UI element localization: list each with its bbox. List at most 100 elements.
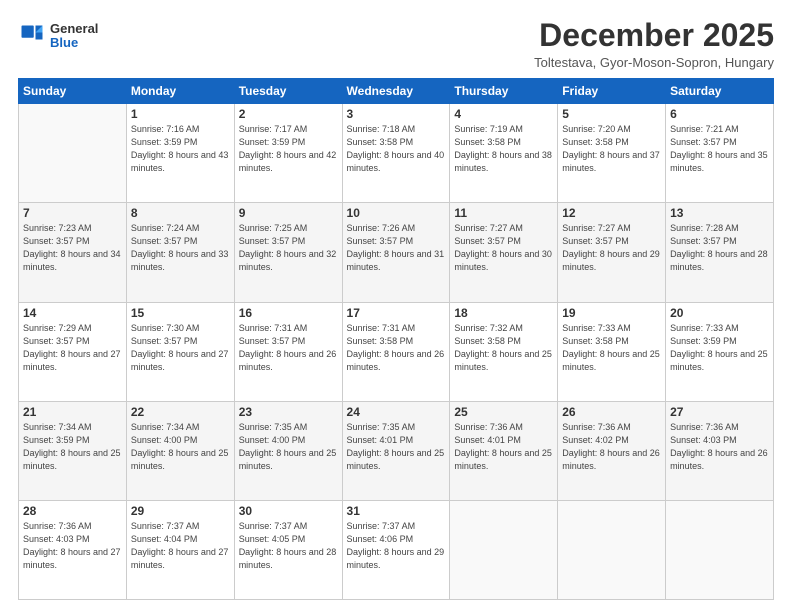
day-number: 26 xyxy=(562,405,661,419)
day-number: 9 xyxy=(239,206,338,220)
calendar-cell: 30 Sunrise: 7:37 AMSunset: 4:05 PMDayligh… xyxy=(234,500,342,599)
col-header-thursday: Thursday xyxy=(450,79,558,104)
day-info: Sunrise: 7:33 AMSunset: 3:58 PMDaylight:… xyxy=(562,322,661,374)
day-number: 2 xyxy=(239,107,338,121)
calendar-cell: 31 Sunrise: 7:37 AMSunset: 4:06 PMDayligh… xyxy=(342,500,450,599)
day-number: 30 xyxy=(239,504,338,518)
day-number: 16 xyxy=(239,306,338,320)
day-info: Sunrise: 7:37 AMSunset: 4:05 PMDaylight:… xyxy=(239,520,338,572)
day-number: 14 xyxy=(23,306,122,320)
day-number: 29 xyxy=(131,504,230,518)
calendar-cell: 2Sunrise: 7:17 AMSunset: 3:59 PMDaylight… xyxy=(234,104,342,203)
day-info: Sunrise: 7:29 AMSunset: 3:57 PMDaylight:… xyxy=(23,322,122,374)
calendar-header-row: SundayMondayTuesdayWednesdayThursdayFrid… xyxy=(19,79,774,104)
day-number: 31 xyxy=(347,504,446,518)
calendar-cell: 4Sunrise: 7:19 AMSunset: 3:58 PMDaylight… xyxy=(450,104,558,203)
calendar-week-row: 21Sunrise: 7:34 AMSunset: 3:59 PMDayligh… xyxy=(19,401,774,500)
day-number: 23 xyxy=(239,405,338,419)
calendar-cell: 22Sunrise: 7:34 AMSunset: 4:00 PMDayligh… xyxy=(126,401,234,500)
calendar-cell: 15Sunrise: 7:30 AMSunset: 3:57 PMDayligh… xyxy=(126,302,234,401)
day-number: 7 xyxy=(23,206,122,220)
page: General Blue December 2025 Toltestava, G… xyxy=(0,0,792,612)
calendar-cell: 1Sunrise: 7:16 AMSunset: 3:59 PMDaylight… xyxy=(126,104,234,203)
day-info: Sunrise: 7:32 AMSunset: 3:58 PMDaylight:… xyxy=(454,322,553,374)
calendar-cell: 23Sunrise: 7:35 AMSunset: 4:00 PMDayligh… xyxy=(234,401,342,500)
day-number: 13 xyxy=(670,206,769,220)
day-number: 28 xyxy=(23,504,122,518)
calendar-cell: 18Sunrise: 7:32 AMSunset: 3:58 PMDayligh… xyxy=(450,302,558,401)
day-number: 4 xyxy=(454,107,553,121)
calendar-cell: 6 Sunrise: 7:21 AMSunset: 3:57 PMDaylight… xyxy=(666,104,774,203)
calendar-cell: 16 Sunrise: 7:31 AMSunset: 3:57 PMDayligh… xyxy=(234,302,342,401)
calendar-cell xyxy=(666,500,774,599)
day-number: 20 xyxy=(670,306,769,320)
day-number: 17 xyxy=(347,306,446,320)
day-number: 6 xyxy=(670,107,769,121)
calendar-week-row: 28Sunrise: 7:36 AMSunset: 4:03 PMDayligh… xyxy=(19,500,774,599)
day-info: Sunrise: 7:36 AMSunset: 4:01 PMDaylight:… xyxy=(454,421,553,473)
calendar-cell: 25Sunrise: 7:36 AMSunset: 4:01 PMDayligh… xyxy=(450,401,558,500)
logo: General Blue xyxy=(18,22,98,51)
calendar-cell: 8 Sunrise: 7:24 AMSunset: 3:57 PMDaylight… xyxy=(126,203,234,302)
day-number: 11 xyxy=(454,206,553,220)
calendar-cell: 26 Sunrise: 7:36 AMSunset: 4:02 PMDayligh… xyxy=(558,401,666,500)
calendar-cell: 14 Sunrise: 7:29 AMSunset: 3:57 PMDayligh… xyxy=(19,302,127,401)
day-info: Sunrise: 7:36 AMSunset: 4:02 PMDaylight:… xyxy=(562,421,661,473)
day-info: Sunrise: 7:28 AMSunset: 3:57 PMDaylight:… xyxy=(670,222,769,274)
calendar-cell: 27 Sunrise: 7:36 AMSunset: 4:03 PMDayligh… xyxy=(666,401,774,500)
day-info: Sunrise: 7:36 AMSunset: 4:03 PMDaylight:… xyxy=(670,421,769,473)
header: General Blue December 2025 Toltestava, G… xyxy=(18,18,774,70)
day-info: Sunrise: 7:16 AMSunset: 3:59 PMDaylight:… xyxy=(131,123,230,175)
day-info: Sunrise: 7:20 AMSunset: 3:58 PMDaylight:… xyxy=(562,123,661,175)
calendar-cell: 20Sunrise: 7:33 AMSunset: 3:59 PMDayligh… xyxy=(666,302,774,401)
day-info: Sunrise: 7:27 AMSunset: 3:57 PMDaylight:… xyxy=(562,222,661,274)
day-number: 21 xyxy=(23,405,122,419)
day-info: Sunrise: 7:21 AMSunset: 3:57 PMDaylight:… xyxy=(670,123,769,175)
calendar-cell: 3Sunrise: 7:18 AMSunset: 3:58 PMDaylight… xyxy=(342,104,450,203)
day-number: 24 xyxy=(347,405,446,419)
logo-blue: Blue xyxy=(50,36,98,50)
month-title: December 2025 xyxy=(534,18,774,53)
calendar-cell xyxy=(450,500,558,599)
col-header-friday: Friday xyxy=(558,79,666,104)
day-info: Sunrise: 7:26 AMSunset: 3:57 PMDaylight:… xyxy=(347,222,446,274)
col-header-sunday: Sunday xyxy=(19,79,127,104)
day-info: Sunrise: 7:31 AMSunset: 3:58 PMDaylight:… xyxy=(347,322,446,374)
calendar-cell: 24Sunrise: 7:35 AMSunset: 4:01 PMDayligh… xyxy=(342,401,450,500)
logo-general: General xyxy=(50,22,98,36)
logo-icon xyxy=(18,22,46,50)
day-info: Sunrise: 7:27 AMSunset: 3:57 PMDaylight:… xyxy=(454,222,553,274)
day-info: Sunrise: 7:23 AMSunset: 3:57 PMDaylight:… xyxy=(23,222,122,274)
calendar-cell xyxy=(19,104,127,203)
day-number: 10 xyxy=(347,206,446,220)
calendar-cell: 11 Sunrise: 7:27 AMSunset: 3:57 PMDayligh… xyxy=(450,203,558,302)
day-info: Sunrise: 7:37 AMSunset: 4:06 PMDaylight:… xyxy=(347,520,446,572)
day-info: Sunrise: 7:25 AMSunset: 3:57 PMDaylight:… xyxy=(239,222,338,274)
col-header-tuesday: Tuesday xyxy=(234,79,342,104)
day-info: Sunrise: 7:37 AMSunset: 4:04 PMDaylight:… xyxy=(131,520,230,572)
calendar-cell xyxy=(558,500,666,599)
calendar-cell: 9 Sunrise: 7:25 AMSunset: 3:57 PMDaylight… xyxy=(234,203,342,302)
col-header-monday: Monday xyxy=(126,79,234,104)
day-number: 8 xyxy=(131,206,230,220)
calendar-cell: 19 Sunrise: 7:33 AMSunset: 3:58 PMDayligh… xyxy=(558,302,666,401)
day-info: Sunrise: 7:31 AMSunset: 3:57 PMDaylight:… xyxy=(239,322,338,374)
calendar-cell: 21Sunrise: 7:34 AMSunset: 3:59 PMDayligh… xyxy=(19,401,127,500)
col-header-wednesday: Wednesday xyxy=(342,79,450,104)
calendar-cell: 12Sunrise: 7:27 AMSunset: 3:57 PMDayligh… xyxy=(558,203,666,302)
calendar-cell: 7 Sunrise: 7:23 AMSunset: 3:57 PMDaylight… xyxy=(19,203,127,302)
day-info: Sunrise: 7:18 AMSunset: 3:58 PMDaylight:… xyxy=(347,123,446,175)
day-number: 5 xyxy=(562,107,661,121)
calendar-week-row: 1Sunrise: 7:16 AMSunset: 3:59 PMDaylight… xyxy=(19,104,774,203)
day-number: 27 xyxy=(670,405,769,419)
calendar-cell: 13 Sunrise: 7:28 AMSunset: 3:57 PMDayligh… xyxy=(666,203,774,302)
calendar-cell: 29 Sunrise: 7:37 AMSunset: 4:04 PMDayligh… xyxy=(126,500,234,599)
day-info: Sunrise: 7:30 AMSunset: 3:57 PMDaylight:… xyxy=(131,322,230,374)
calendar-week-row: 14 Sunrise: 7:29 AMSunset: 3:57 PMDayligh… xyxy=(19,302,774,401)
logo-text: General Blue xyxy=(50,22,98,51)
day-number: 22 xyxy=(131,405,230,419)
col-header-saturday: Saturday xyxy=(666,79,774,104)
day-info: Sunrise: 7:24 AMSunset: 3:57 PMDaylight:… xyxy=(131,222,230,274)
day-number: 19 xyxy=(562,306,661,320)
calendar-cell: 17 Sunrise: 7:31 AMSunset: 3:58 PMDayligh… xyxy=(342,302,450,401)
